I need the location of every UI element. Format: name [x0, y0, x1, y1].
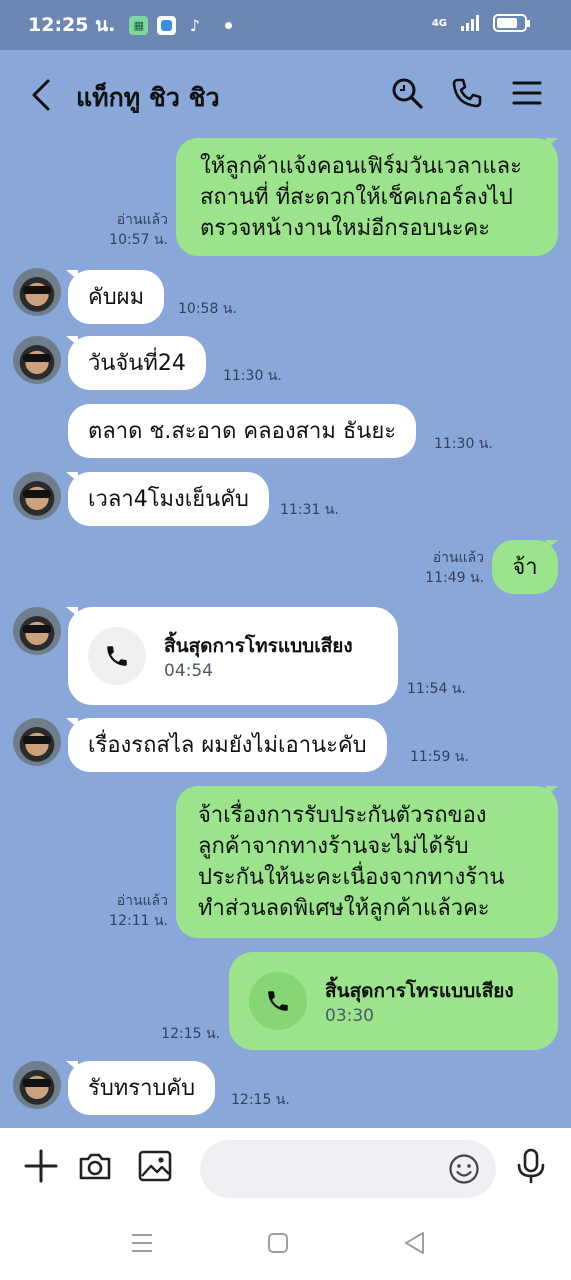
message-text: เวลา4โมงเย็นคับ [88, 486, 249, 512]
avatar[interactable] [13, 336, 61, 384]
message-text-line: ประกันให้นะคะเนื่องจากทางร้าน [198, 865, 505, 890]
avatar[interactable] [13, 472, 61, 520]
tiktok-icon: ♪ [189, 15, 200, 35]
message-text: คับผม [88, 284, 145, 310]
avatar[interactable] [13, 718, 61, 766]
microphone-icon[interactable] [513, 1148, 549, 1184]
outgoing-message-bubble[interactable]: ให้ลูกค้าแจ้งคอนเฟิร์มวันเวลาและ สถานที่… [176, 138, 558, 256]
message-time: 11:59 น. [410, 749, 469, 765]
chat-title: แท็กทู ชิว ชิว [76, 83, 220, 112]
message-text: วันจันที่24 [88, 350, 186, 376]
bubble-tail [546, 540, 558, 550]
outgoing-message-bubble[interactable]: จ้าเรื่องการรับประกันตัวรถของ ลูกค้าจากท… [176, 786, 558, 938]
battery-icon [493, 14, 530, 32]
message-text-line: ตรวจหน้างานใหม่อีกรอบนะคะ [200, 215, 491, 241]
call-duration: 04:54 [164, 661, 213, 681]
message-time: 10:57 น. [109, 232, 168, 248]
message-text: ตลาด ช.สะอาด คลองสาม ธันยะ [88, 418, 397, 444]
signal-icon [461, 15, 479, 31]
call-icon-circle [249, 972, 307, 1030]
call-title: สิ้นสุดการโทรแบบเสียง [325, 980, 514, 1002]
camera-icon[interactable] [77, 1148, 113, 1184]
message-meta: อ่านแล้ว 11:49 น. [414, 548, 484, 588]
avatar[interactable] [13, 268, 61, 316]
phone-icon [268, 991, 288, 1011]
app-notification-icon: ▦ [129, 15, 149, 35]
incoming-message-bubble[interactable]: วันจันที่24 [68, 336, 206, 390]
message-text: จ้า [512, 554, 538, 580]
incoming-message-bubble[interactable]: ตลาด ช.สะอาด คลองสาม ธันยะ [68, 404, 417, 458]
message-time: 11:30 น. [434, 436, 493, 452]
nav-back-icon[interactable] [402, 1230, 428, 1256]
system-navigation-bar [0, 1206, 571, 1280]
message-time: 11:31 น. [280, 502, 339, 518]
message-time: 12:15 น. [161, 1026, 220, 1042]
search-icon[interactable] [390, 76, 424, 110]
call-icon-circle [88, 627, 146, 685]
back-arrow-icon[interactable] [28, 78, 54, 112]
message-text-line: ลูกค้าจากทางร้านจะไม่ได้รับ [198, 834, 469, 859]
recents-icon[interactable] [129, 1230, 155, 1256]
message-time: 11:30 น. [223, 368, 282, 384]
message-list[interactable]: อ่านแล้ว 10:57 น. ให้ลูกค้าแจ้งคอนเฟิร์ม… [0, 138, 571, 1128]
call-title: สิ้นสุดการโทรแบบเสียง [164, 635, 353, 657]
message-time: 12:11 น. [109, 913, 168, 929]
message-input-bar [0, 1128, 571, 1206]
status-bar: 12:25 น. ▦ ♪ 4G [0, 0, 571, 50]
image-icon[interactable] [137, 1148, 173, 1184]
plus-icon[interactable] [23, 1148, 59, 1184]
status-time: 12:25 น. [28, 14, 116, 36]
read-receipt: อ่านแล้ว [432, 550, 484, 566]
voice-call-card[interactable]: สิ้นสุดการโทรแบบเสียง 04:54 [68, 607, 398, 705]
read-receipt: อ่านแล้ว [116, 212, 168, 228]
bubble-tail [546, 786, 558, 796]
message-text-line: สถานที่ ที่สะดวกให้เช็คเกอร์ลงไป [200, 184, 513, 210]
incoming-message-bubble[interactable]: คับผม [68, 270, 165, 324]
incoming-message-bubble[interactable]: เวลา4โมงเย็นคับ [68, 472, 269, 526]
chat-header: แท็กทู ชิว ชิว [0, 50, 571, 138]
avatar[interactable] [13, 1061, 61, 1109]
menu-icon[interactable] [510, 76, 544, 110]
messenger-notification-icon [157, 15, 177, 35]
message-time: 12:15 น. [231, 1092, 290, 1108]
network-indicator: 4G [431, 17, 447, 29]
message-time: 10:58 น. [178, 301, 237, 317]
message-text-line: จ้าเรื่องการรับประกันตัวรถของ [198, 803, 487, 828]
emoji-icon[interactable] [448, 1153, 480, 1185]
message-time: 11:54 น. [407, 681, 466, 697]
phone-icon [107, 646, 127, 666]
message-text-line: ทำส่วนลดพิเศษให้ลูกค้าแล้วคะ [198, 896, 490, 921]
message-text: เรื่องรถสไล ผมยังไม่เอานะคับ [88, 732, 367, 758]
incoming-message-bubble[interactable]: เรื่องรถสไล ผมยังไม่เอานะคับ [68, 718, 387, 772]
phone-icon[interactable] [450, 76, 484, 110]
voice-call-card[interactable]: สิ้นสุดการโทรแบบเสียง 03:30 [229, 952, 558, 1050]
bubble-tail [546, 138, 558, 148]
message-meta: อ่านแล้ว 12:11 น. [100, 891, 168, 931]
incoming-message-bubble[interactable]: รับทราบคับ [68, 1061, 216, 1115]
call-duration: 03:30 [325, 1006, 374, 1026]
message-time: 11:49 น. [425, 570, 484, 586]
read-receipt: อ่านแล้ว [116, 893, 168, 909]
message-text-line: ให้ลูกค้าแจ้งคอนเฟิร์มวันเวลาและ [200, 153, 522, 179]
avatar[interactable] [13, 607, 61, 655]
message-meta: อ่านแล้ว 10:57 น. [100, 210, 168, 250]
more-notifications-dot [225, 21, 233, 29]
home-icon[interactable] [265, 1230, 291, 1256]
message-text: รับทราบคับ [88, 1075, 196, 1101]
